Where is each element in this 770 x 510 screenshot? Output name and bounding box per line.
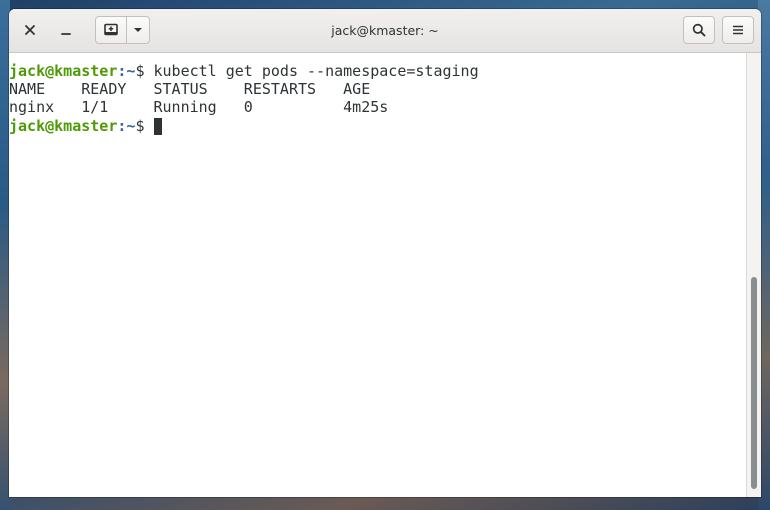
current-prompt-line: jack@kmaster:~$ xyxy=(9,117,162,135)
minimize-button[interactable] xyxy=(52,16,80,44)
minimize-icon xyxy=(61,33,71,35)
command-text: kubectl get pods --namespace=staging xyxy=(153,62,479,80)
tab-menu-button[interactable] xyxy=(126,16,150,44)
hamburger-menu-icon xyxy=(733,25,743,35)
close-button[interactable] xyxy=(16,16,44,44)
prompt-symbol: $ xyxy=(135,62,154,80)
prompt-path: :~ xyxy=(117,62,136,80)
command-line: jack@kmaster:~$ kubectl get pods --names… xyxy=(9,62,479,80)
output-row: nginx 1/1 Running 0 4m25s xyxy=(9,98,389,116)
prompt-user-host: jack@kmaster xyxy=(9,117,118,135)
scrollbar-thumb[interactable] xyxy=(751,277,757,489)
output-header-line: NAME READY STATUS RESTARTS AGE xyxy=(9,80,371,98)
prompt-user-host: jack@kmaster xyxy=(9,62,118,80)
prompt-path: :~ xyxy=(117,117,136,135)
chevron-down-icon xyxy=(134,28,142,32)
main-menu-button[interactable] xyxy=(722,16,754,44)
search-icon xyxy=(692,23,706,37)
new-tab-button[interactable] xyxy=(95,16,127,44)
vertical-scrollbar[interactable] xyxy=(746,53,761,497)
search-button[interactable] xyxy=(683,16,715,44)
prompt-symbol: $ xyxy=(135,117,154,135)
new-tab-icon xyxy=(104,23,118,36)
terminal-window: jack@kmaster: ~ jack@kmaster:~$ kubectl … xyxy=(9,9,761,497)
close-icon xyxy=(25,25,35,35)
terminal-output-area[interactable]: jack@kmaster:~$ kubectl get pods --names… xyxy=(9,53,747,497)
text-cursor xyxy=(153,118,162,135)
titlebar: jack@kmaster: ~ xyxy=(9,9,761,53)
